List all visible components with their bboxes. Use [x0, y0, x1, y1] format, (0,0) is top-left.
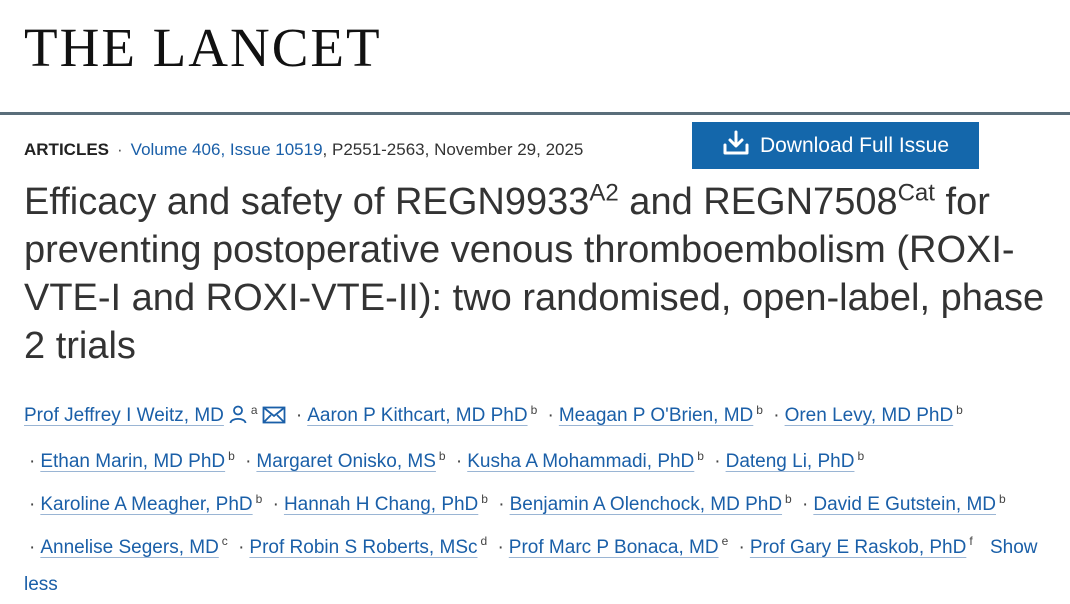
author-item: Prof Jeffrey I Weitz, MD a: [24, 403, 286, 426]
article-meta-row: ARTICLES · Volume 406, Issue 10519, P2551-…: [24, 122, 1054, 174]
affiliation-marker[interactable]: b: [956, 403, 963, 417]
author-separator: ·: [295, 405, 303, 427]
author-name[interactable]: Hannah H Chang, PhD: [284, 494, 478, 515]
meta-separator: ·: [117, 140, 123, 159]
header-divider: [0, 112, 1070, 115]
author-name[interactable]: Karoline A Meagher, PhD: [40, 494, 252, 515]
author-name[interactable]: Margaret Onisko, MS: [256, 451, 436, 472]
author-separator: ·: [245, 451, 252, 473]
volume-issue-link[interactable]: Volume 406, Issue 10519: [131, 140, 323, 159]
affiliation-marker[interactable]: b: [439, 449, 446, 463]
author-item: · Kusha A Mohammadi, PhD b: [451, 449, 704, 473]
author-name[interactable]: Dateng Li, PhD: [726, 451, 855, 472]
author-separator: ·: [498, 493, 505, 515]
author-separator: ·: [272, 493, 279, 515]
author-name[interactable]: Prof Robin S Roberts, MSc: [249, 537, 477, 558]
author-name[interactable]: Aaron P Kithcart, MD PhD: [307, 405, 527, 426]
author-item: · Margaret Onisko, MS b: [240, 449, 446, 473]
affiliation-marker[interactable]: b: [999, 492, 1006, 506]
author-separator: ·: [455, 451, 463, 473]
author-name[interactable]: Ethan Marin, MD PhD: [40, 451, 225, 472]
affiliation-marker[interactable]: e: [722, 534, 729, 548]
affiliation-marker[interactable]: a: [251, 403, 258, 417]
author-separator: ·: [773, 405, 780, 427]
author-name[interactable]: Prof Marc P Bonaca, MD: [509, 537, 719, 558]
author-separator: ·: [547, 405, 554, 427]
author-name[interactable]: Annelise Segers, MD: [40, 537, 218, 558]
author-name[interactable]: Benjamin A Olenchock, MD PhD: [510, 494, 782, 515]
affiliation-marker[interactable]: c: [222, 534, 228, 548]
author-item: · Meagan P O'Brien, MD b: [543, 403, 763, 427]
author-item: · David E Gutstein, MD b: [797, 492, 1006, 515]
author-separator: ·: [802, 493, 809, 515]
author-separator: ·: [497, 536, 504, 558]
download-icon: [722, 130, 750, 162]
journal-logo[interactable]: THE LANCET: [24, 20, 382, 75]
affiliation-marker[interactable]: b: [756, 403, 763, 417]
author-item: · Prof Robin S Roberts, MSc d: [233, 534, 488, 558]
author-name[interactable]: David E Gutstein, MD: [813, 494, 996, 515]
author-item: · Karoline A Meagher, PhD b: [24, 492, 263, 515]
author-separator: ·: [238, 536, 245, 558]
section-label: ARTICLES: [24, 140, 109, 159]
affiliation-marker[interactable]: f: [969, 534, 972, 548]
author-name[interactable]: Prof Gary E Raskob, PhD: [750, 537, 966, 558]
download-label: Download Full Issue: [759, 133, 950, 157]
author-item: · Prof Gary E Raskob, PhD f: [734, 534, 973, 558]
download-full-issue-button[interactable]: Download Full Issue: [692, 122, 979, 169]
author-item: · Hannah H Chang, PhD b: [268, 492, 488, 515]
masthead: THE LANCET: [0, 0, 1070, 112]
author-separator: ·: [29, 451, 36, 473]
pages-date: , P2551-2563, November 29, 2025: [322, 140, 584, 159]
author-item: · Oren Levy, MD PhD b: [768, 403, 963, 427]
author-list: Prof Jeffrey I Weitz, MD a · Aaron P Kithc…: [24, 392, 1054, 604]
affiliation-marker[interactable]: b: [256, 492, 263, 506]
author-item: · Aaron P Kithcart, MD PhD b: [291, 403, 538, 427]
author-name[interactable]: Meagan P O'Brien, MD: [559, 405, 753, 426]
author-separator: ·: [714, 451, 721, 473]
affiliation-marker[interactable]: b: [857, 449, 864, 463]
author-item: · Benjamin A Olenchock, MD PhD b: [493, 492, 792, 515]
author-name[interactable]: Kusha A Mohammadi, PhD: [467, 451, 694, 472]
affiliation-marker[interactable]: b: [697, 449, 704, 463]
affiliation-marker[interactable]: b: [228, 449, 235, 463]
person-icon[interactable]: [228, 400, 248, 438]
author-name[interactable]: Prof Jeffrey I Weitz, MD: [24, 405, 224, 426]
mail-icon[interactable]: [262, 400, 286, 438]
affiliation-marker[interactable]: d: [481, 534, 488, 548]
author-item: · Ethan Marin, MD PhD b: [24, 449, 235, 473]
affiliation-marker[interactable]: b: [481, 492, 488, 506]
author-separator: ·: [29, 493, 36, 515]
article-meta: ARTICLES · Volume 406, Issue 10519, P2551-…: [24, 140, 583, 160]
author-item: · Annelise Segers, MD c: [24, 534, 228, 558]
author-separator: ·: [738, 536, 745, 558]
author-item: · Prof Marc P Bonaca, MD e: [492, 534, 729, 558]
author-name[interactable]: Oren Levy, MD PhD: [785, 405, 954, 426]
affiliation-marker[interactable]: b: [531, 403, 538, 417]
affiliation-marker[interactable]: b: [785, 492, 792, 506]
author-item: · Dateng Li, PhD b: [709, 449, 864, 473]
author-separator: ·: [29, 536, 36, 558]
article-title: Efficacy and safety of REGN9933A2 and RE…: [24, 179, 1045, 367]
